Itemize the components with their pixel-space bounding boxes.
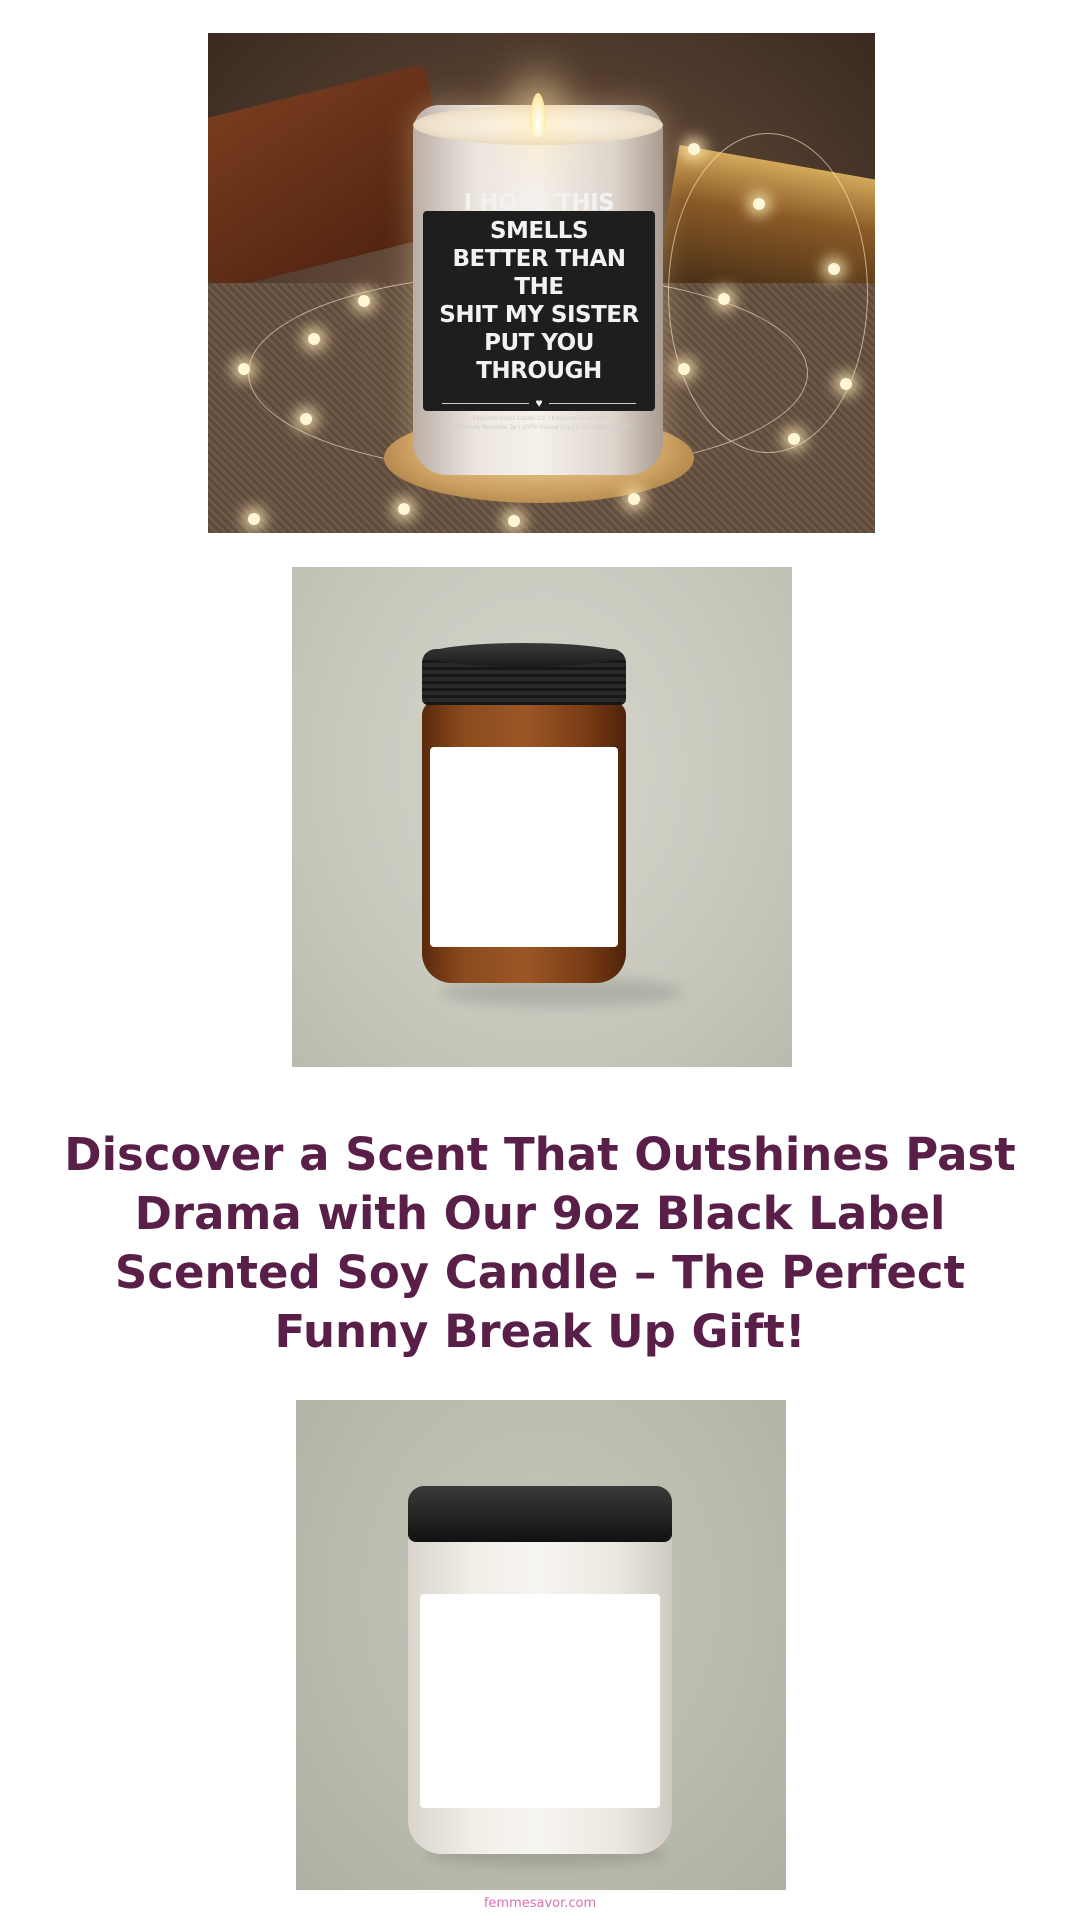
fairy-light xyxy=(688,143,700,155)
fairy-light xyxy=(628,493,640,505)
label-divider: ♥ xyxy=(441,396,637,410)
fairy-lights-wire xyxy=(668,133,868,453)
fairy-light xyxy=(358,295,370,307)
candle-lifestyle-image[interactable]: I HOPE THIS SMELLS BETTER THAN THE SHIT … xyxy=(208,33,875,533)
blank-label xyxy=(420,1594,660,1808)
fairy-light xyxy=(788,433,800,445)
page: I HOPE THIS SMELLS BETTER THAN THE SHIT … xyxy=(0,0,1080,1920)
candle-label-text: I HOPE THIS SMELLS BETTER THAN THE SHIT … xyxy=(439,190,639,384)
fairy-light xyxy=(678,363,690,375)
fairy-light xyxy=(398,503,410,515)
heart-icon: ♥ xyxy=(535,396,543,410)
fairy-light xyxy=(300,413,312,425)
clear-jar-candle-image[interactable] xyxy=(296,1400,786,1890)
candle-label-fine-print: Keystone Coast Candle Co. | KeystoneCoas… xyxy=(446,416,632,431)
fairy-light xyxy=(718,293,730,305)
blank-label xyxy=(430,747,618,947)
black-lid xyxy=(408,1486,672,1542)
fairy-light xyxy=(308,333,320,345)
site-watermark-link[interactable]: femmesavor.com xyxy=(0,1896,1080,1912)
candle-label: I HOPE THIS SMELLS BETTER THAN THE SHIT … xyxy=(423,190,655,431)
fairy-light xyxy=(248,513,260,525)
fairy-light xyxy=(828,263,840,275)
fairy-light xyxy=(508,515,520,527)
fairy-light xyxy=(238,363,250,375)
amber-jar-candle-image[interactable] xyxy=(292,567,792,1067)
product-heading: Discover a Scent That Outshines Past Dra… xyxy=(64,1128,1016,1358)
fairy-light xyxy=(753,198,765,210)
candle-flame xyxy=(530,93,546,137)
black-lid-top xyxy=(426,643,622,667)
fairy-light xyxy=(840,378,852,390)
